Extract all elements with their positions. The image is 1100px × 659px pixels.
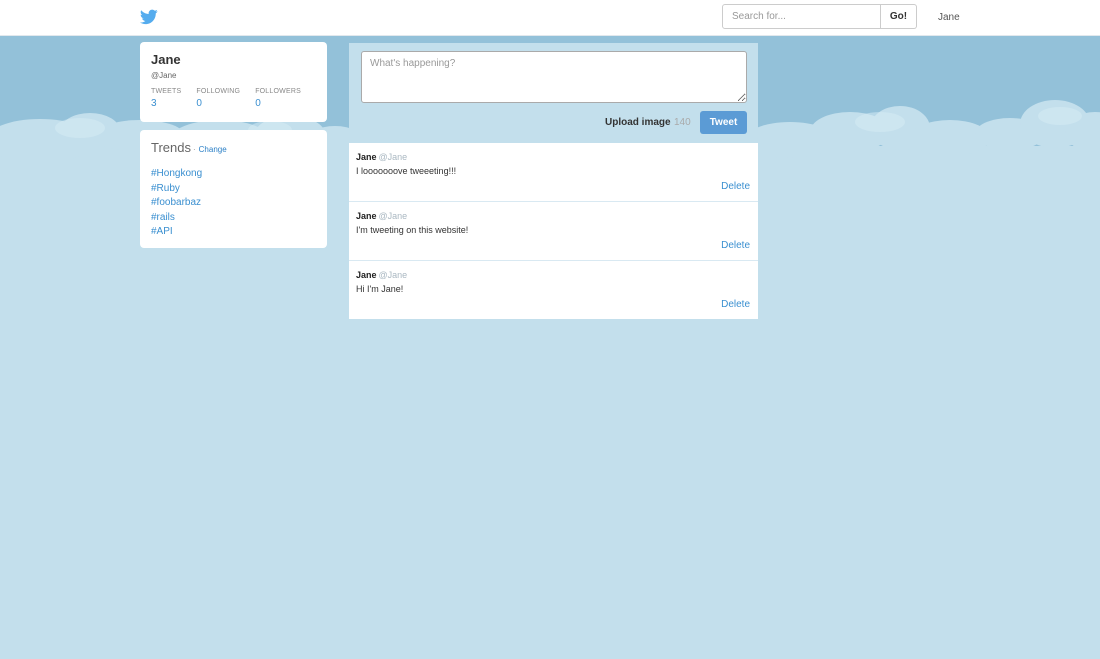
tweet-author-handle[interactable]: @Jane bbox=[379, 152, 408, 162]
tweet-author-handle[interactable]: @Jane bbox=[379, 211, 408, 221]
stat-label: FOLLOWERS bbox=[255, 88, 301, 95]
trends-change-link[interactable]: Change bbox=[199, 145, 227, 154]
trend-item[interactable]: #Hongkong bbox=[151, 167, 316, 182]
delete-tweet-link[interactable]: Delete bbox=[721, 299, 750, 310]
trends-header: Trends · Change bbox=[151, 139, 316, 157]
tweet-text: Hi I'm Jane! bbox=[356, 284, 404, 294]
tweet-item: Jane @Jane Hi I'm Jane! Delete bbox=[349, 261, 758, 319]
trend-list: #Hongkong #Ruby #foobarbaz #rails #API bbox=[151, 167, 316, 240]
tweet-header: Jane @Jane bbox=[356, 270, 751, 280]
twitter-bird-icon[interactable] bbox=[140, 9, 158, 25]
stat-following[interactable]: FOLLOWING 0 bbox=[196, 88, 240, 109]
tweet-header: Jane @Jane bbox=[356, 152, 751, 162]
trend-item[interactable]: #Ruby bbox=[151, 182, 316, 197]
search-form: Go! bbox=[722, 4, 917, 29]
tweet-author-handle[interactable]: @Jane bbox=[379, 270, 408, 280]
tweet-item: Jane @Jane I'm tweeting on this website! … bbox=[349, 202, 758, 261]
tweet-timeline: Jane @Jane I looooooove tweeeting!!! Dele… bbox=[349, 143, 758, 319]
stat-label: FOLLOWING bbox=[196, 88, 241, 95]
tweet-author-name[interactable]: Jane bbox=[356, 211, 377, 221]
tweet-item: Jane @Jane I looooooove tweeeting!!! Dele… bbox=[349, 143, 758, 202]
tweet-composer: Upload image 140 Tweet bbox=[349, 43, 758, 143]
stat-value: 0 bbox=[196, 98, 202, 109]
profile-handle: @Jane bbox=[151, 71, 177, 80]
nav-user-link[interactable]: Jane bbox=[938, 12, 960, 23]
stat-followers[interactable]: FOLLOWERS 0 bbox=[255, 88, 301, 109]
profile-stats: TWEETS 3 FOLLOWING 0 FOLLOWERS 0 bbox=[151, 88, 316, 109]
trend-item[interactable]: #API bbox=[151, 225, 316, 240]
stat-value: 3 bbox=[151, 98, 157, 109]
tweet-header: Jane @Jane bbox=[356, 211, 751, 221]
tweet-textarea[interactable] bbox=[361, 51, 747, 103]
delete-tweet-link[interactable]: Delete bbox=[721, 240, 750, 251]
tweet-text: I looooooove tweeeting!!! bbox=[356, 166, 457, 176]
stat-tweets[interactable]: TWEETS 3 bbox=[151, 88, 181, 109]
upload-image-link[interactable]: Upload image bbox=[605, 117, 671, 128]
profile-name[interactable]: Jane bbox=[151, 52, 316, 67]
trends-title: Trends bbox=[151, 140, 191, 155]
trends-card: Trends · Change #Hongkong #Ruby #foobarbaz… bbox=[140, 130, 327, 248]
tweet-author-name[interactable]: Jane bbox=[356, 152, 377, 162]
tweet-author-name[interactable]: Jane bbox=[356, 270, 377, 280]
trends-separator: · bbox=[192, 145, 196, 154]
tweet-button[interactable]: Tweet bbox=[700, 111, 747, 134]
top-navbar: Go! Jane bbox=[0, 0, 1100, 36]
delete-tweet-link[interactable]: Delete bbox=[721, 181, 750, 192]
trend-item[interactable]: #foobarbaz bbox=[151, 196, 316, 211]
search-input[interactable] bbox=[722, 4, 881, 29]
search-go-button[interactable]: Go! bbox=[881, 4, 917, 29]
profile-card: Jane @Jane TWEETS 3 FOLLOWING 0 FOLLOWER… bbox=[140, 42, 327, 122]
stat-label: TWEETS bbox=[151, 88, 182, 95]
char-counter: 140 bbox=[674, 117, 691, 128]
stat-value: 0 bbox=[255, 98, 261, 109]
trend-item[interactable]: #rails bbox=[151, 211, 316, 226]
tweet-text: I'm tweeting on this website! bbox=[356, 225, 469, 235]
